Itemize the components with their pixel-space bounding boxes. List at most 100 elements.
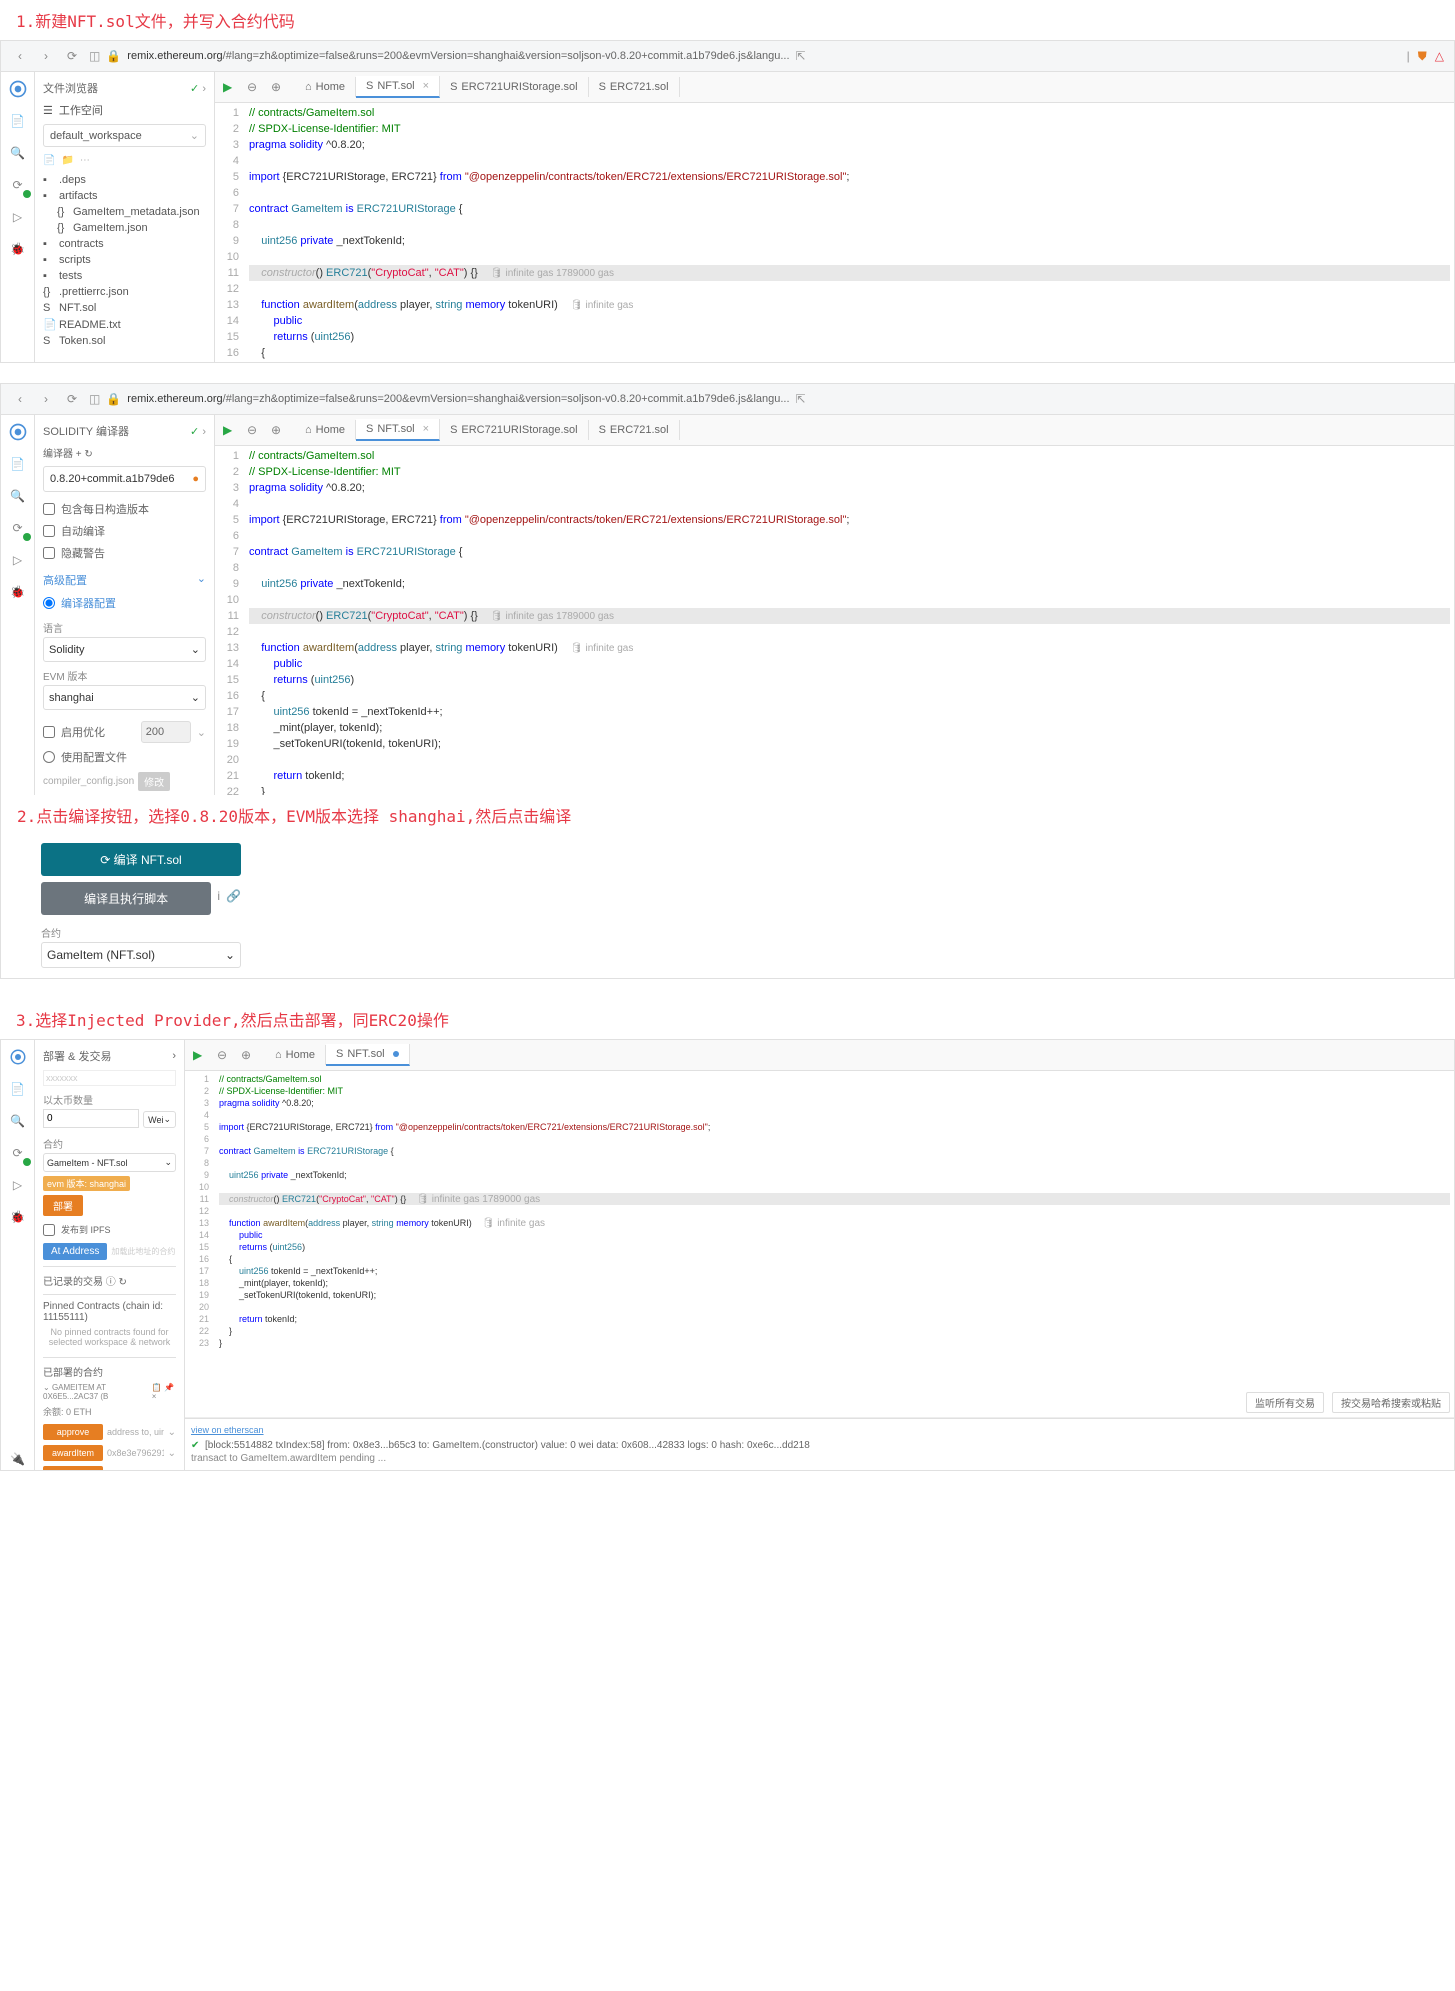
auto-compile-checkbox[interactable]: 自动编译	[43, 520, 206, 542]
play-icon[interactable]: ▶	[223, 423, 237, 437]
remix-logo-icon[interactable]	[7, 421, 29, 443]
listen-tab[interactable]: 监听所有交易	[1246, 1392, 1324, 1413]
forward-icon[interactable]: ›	[37, 47, 55, 65]
compiler-icon[interactable]: ⟳	[7, 517, 29, 539]
compiler-icon[interactable]: ⟳	[7, 174, 29, 196]
chevron-down-icon[interactable]: ⌄	[168, 1448, 176, 1459]
play-icon[interactable]: ▶	[223, 80, 237, 94]
method-row[interactable]: approveaddress to, uint256 tokenId⌄	[43, 1422, 176, 1442]
zoom-out-icon[interactable]: ⊖	[247, 423, 261, 437]
tree-folder[interactable]: ▪artifacts	[43, 188, 206, 204]
etherscan-link[interactable]: view on etherscan	[191, 1425, 264, 1435]
info-icon[interactable]: i	[217, 889, 220, 903]
tab-erc721[interactable]: S ERC721.sol	[589, 77, 680, 97]
tree-file[interactable]: 📄README.txt	[43, 316, 206, 333]
tree-file[interactable]: {}.prettierrc.json	[43, 284, 206, 300]
deploy-contract-select[interactable]: GameItem - NFT.sol⌄	[43, 1153, 176, 1172]
deploy-icon[interactable]: ▷	[7, 1174, 29, 1196]
tab-erc721uri[interactable]: S ERC721URIStorage.sol	[440, 77, 589, 97]
tree-folder[interactable]: ▪scripts	[43, 252, 206, 268]
tree-file[interactable]: SNFT.sol	[43, 300, 206, 316]
file-explorer-icon[interactable]: 📄	[7, 110, 29, 132]
at-address-button[interactable]: At Address	[43, 1243, 107, 1260]
compiler-icon[interactable]: ⟳	[7, 1142, 29, 1164]
forward-icon[interactable]: ›	[37, 390, 55, 408]
debug-icon[interactable]: 🐞	[7, 581, 29, 603]
shield-icon[interactable]: ⛊	[1418, 49, 1427, 64]
bookmark-icon[interactable]: ◫	[89, 49, 100, 63]
file-explorer-icon[interactable]: 📄	[7, 1078, 29, 1100]
evm-select[interactable]: shanghai⌄	[43, 685, 206, 710]
back-icon[interactable]: ‹	[11, 390, 29, 408]
zoom-out-icon[interactable]: ⊖	[247, 80, 261, 94]
tab-home[interactable]: ⌂ Home	[295, 77, 356, 97]
tab-nft[interactable]: S NFT.sol	[326, 1044, 410, 1066]
file-explorer-icon[interactable]: 📄	[7, 453, 29, 475]
back-icon[interactable]: ‹	[11, 47, 29, 65]
optimize-runs[interactable]: 200	[141, 721, 191, 743]
nightly-checkbox[interactable]: 包含每日构造版本	[43, 498, 206, 520]
tab-erc721[interactable]: S ERC721.sol	[589, 420, 680, 440]
use-config-radio[interactable]: 使用配置文件	[43, 746, 206, 768]
method-row[interactable]: awardItem0x8e3e796291648a1657bf⌄	[43, 1443, 176, 1463]
zoom-out-icon[interactable]: ⊖	[217, 1048, 231, 1062]
tab-home[interactable]: ⌂ Home	[295, 420, 356, 440]
tree-folder[interactable]: ▪.deps	[43, 172, 206, 188]
search-icon[interactable]: 🔍	[7, 1110, 29, 1132]
value-input[interactable]	[43, 1109, 139, 1128]
chevron-down-icon[interactable]: ⌄	[168, 1469, 176, 1471]
compile-script-button[interactable]: 编译且执行脚本	[41, 882, 211, 915]
deploy-button[interactable]: 部署	[43, 1195, 83, 1216]
lang-select[interactable]: Solidity⌄	[43, 637, 206, 662]
code-editor[interactable]: 1234567891011121314151617181920212223// …	[185, 1071, 1454, 1388]
hide-warnings-checkbox[interactable]: 隐藏警告	[43, 542, 206, 564]
method-button[interactable]: approve	[43, 1424, 103, 1440]
compiler-version-select[interactable]: 0.8.20+commit.a1b79de6●	[43, 466, 206, 492]
tab-erc721uri[interactable]: S ERC721URIStorage.sol	[440, 420, 589, 440]
share-icon[interactable]: ⇱	[796, 49, 806, 63]
close-icon[interactable]: ×	[423, 80, 429, 92]
close-icon[interactable]: ×	[423, 423, 429, 435]
optimize-checkbox[interactable]: 启用优化200⌄	[43, 718, 206, 746]
reload-icon[interactable]: ⟳	[63, 47, 81, 65]
code-editor[interactable]: 1234567891011121314151617181920212223// …	[215, 446, 1454, 795]
share-icon[interactable]: ⇱	[796, 392, 806, 406]
advanced-config[interactable]: 高级配置⌄	[43, 572, 206, 588]
method-button[interactable]: awardItem	[43, 1445, 103, 1461]
plugin-icon[interactable]: 🔌	[7, 1448, 29, 1470]
bookmark-icon[interactable]: ◫	[89, 392, 100, 406]
ipfs-checkbox[interactable]: 发布到 IPFS	[43, 1220, 176, 1239]
unit-select[interactable]: Wei⌄	[143, 1111, 176, 1128]
zoom-in-icon[interactable]: ⊕	[241, 1048, 255, 1062]
brave-icon[interactable]: △	[1435, 49, 1444, 63]
workspace-select[interactable]: default_workspace⌄	[43, 124, 206, 147]
tab-home[interactable]: ⌂ Home	[265, 1045, 326, 1065]
compile-button[interactable]: ⟳ 编译 NFT.sol	[41, 843, 241, 876]
method-row[interactable]: safeTransferFromaddress from, address to…	[43, 1464, 176, 1470]
zoom-in-icon[interactable]: ⊕	[271, 423, 285, 437]
change-config-button[interactable]: 修改	[138, 772, 170, 791]
new-folder-icon[interactable]: 📁	[61, 155, 73, 166]
hamburger-icon[interactable]: ☰	[43, 104, 53, 117]
zoom-in-icon[interactable]: ⊕	[271, 80, 285, 94]
chevron-down-icon[interactable]: ⌄	[168, 1427, 176, 1438]
reload-icon[interactable]: ⟳	[63, 390, 81, 408]
debug-icon[interactable]: 🐞	[7, 1206, 29, 1228]
contract-select[interactable]: GameItem (NFT.sol)⌄	[41, 942, 241, 968]
tree-file[interactable]: SToken.sol	[43, 333, 206, 349]
method-button[interactable]: safeTransferFrom	[43, 1466, 103, 1470]
search-icon[interactable]: 🔍	[7, 485, 29, 507]
tree-file[interactable]: {}GameItem_metadata.json	[43, 204, 206, 220]
tree-folder[interactable]: ▪contracts	[43, 236, 206, 252]
tab-nft[interactable]: S NFT.sol×	[356, 76, 440, 98]
tree-folder[interactable]: ▪tests	[43, 268, 206, 284]
new-file-icon[interactable]: 📄	[43, 155, 55, 166]
remix-logo-icon[interactable]	[7, 78, 29, 100]
remix-logo-icon[interactable]	[7, 1046, 29, 1068]
play-icon[interactable]: ▶	[193, 1048, 207, 1062]
deployed-contract-row[interactable]: ⌄ GAMEITEM AT 0X6E5...2AC37 (B📋 📌 ×	[43, 1383, 176, 1401]
debug-icon[interactable]: 🐞	[7, 238, 29, 260]
search-tx-tab[interactable]: 按交易哈希搜索或粘贴	[1332, 1392, 1450, 1413]
search-icon[interactable]: 🔍	[7, 142, 29, 164]
tree-file[interactable]: {}GameItem.json	[43, 220, 206, 236]
